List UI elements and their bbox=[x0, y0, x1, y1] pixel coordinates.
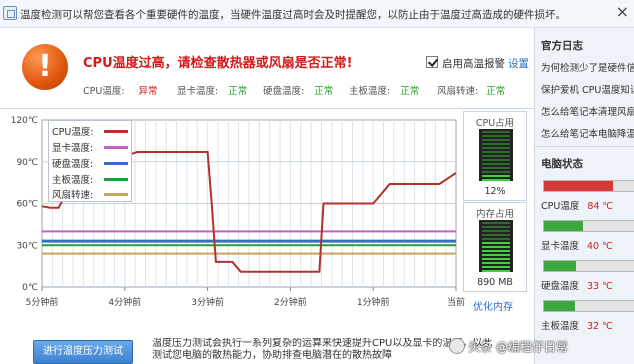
legend-board-label: 主板温度: bbox=[52, 175, 94, 186]
bar-fill bbox=[544, 261, 577, 271]
meter-segment bbox=[482, 262, 510, 264]
news-item[interactable]: 保护爱机 CPU温度知识 bbox=[541, 82, 634, 96]
bar-fill bbox=[544, 301, 576, 311]
stress-test-button[interactable]: 进行温度压力测试 bbox=[33, 340, 133, 364]
high-temp-alarm-label[interactable]: 启用高温报警 bbox=[442, 56, 505, 71]
cpu-usage-title: CPU占用 bbox=[475, 118, 515, 129]
x-tick-label: 1分钟前 bbox=[357, 296, 390, 308]
meter-segment bbox=[482, 147, 510, 149]
status-title: 电脑状态 bbox=[541, 158, 583, 170]
cpu-temp-stat: CPU温度 84 ℃ bbox=[541, 201, 614, 212]
bar-fill bbox=[544, 221, 584, 231]
alert-title: CPU温度过高，请检查散热器或风扇是否正常! bbox=[83, 56, 353, 71]
legend-gpu-label: 显卡温度: bbox=[52, 143, 94, 154]
legend-board-swatch bbox=[104, 178, 128, 181]
cpu-temp-bar bbox=[543, 180, 634, 192]
info-bar: 温度检测可以帮您查看各个重要硬件的温度，当硬件温度过高时会及时提醒您，以防止由于… bbox=[0, 0, 634, 28]
info-icon bbox=[3, 6, 17, 20]
meter-segment bbox=[482, 238, 510, 240]
memory-usage-meter: 内存占用 890 MB bbox=[463, 202, 527, 292]
meter-segment bbox=[482, 222, 510, 224]
meter-segment bbox=[482, 163, 510, 165]
news-title: 官方日志 bbox=[541, 40, 583, 52]
meter-segment bbox=[482, 266, 510, 268]
sidebar-divider bbox=[535, 146, 634, 147]
disk-temp-bar bbox=[543, 260, 634, 272]
meter-segment bbox=[482, 246, 510, 248]
news-item[interactable]: 怎么给笔记本清理风扇 bbox=[541, 104, 634, 118]
meter-segment bbox=[482, 155, 510, 157]
board-temp-stat: 主板温度 32 ℃ bbox=[541, 321, 613, 332]
board-temp-bar bbox=[543, 300, 634, 312]
chart-legend: CPU温度: 显卡温度: 硬盘温度: 主板温度: 风扇转速: bbox=[48, 120, 132, 202]
memory-usage-title: 内存占用 bbox=[475, 209, 514, 220]
watermark-logo-icon bbox=[449, 338, 465, 354]
meter-segment bbox=[482, 230, 510, 232]
meter-segment bbox=[482, 250, 510, 252]
temperature-monitor-window: 温度检测可以帮您查看各个重要硬件的温度，当硬件温度过高时会及时提醒您，以防止由于… bbox=[0, 0, 634, 364]
meter-segment bbox=[482, 234, 510, 236]
legend-disk-label: 硬盘温度: bbox=[52, 159, 94, 170]
y-tick-label: 90℃ bbox=[16, 158, 38, 168]
x-tick-label: 2分钟前 bbox=[274, 296, 307, 308]
meter-segment bbox=[482, 139, 510, 141]
cpu-usage-value: 12% bbox=[484, 186, 506, 197]
gpu-temp-stat: 显卡温度 40 ℃ bbox=[541, 241, 613, 252]
sidebar: 官方日志 为何检测少了是硬件信 保护爱机 CPU温度知识 怎么给笔记本清理风扇 … bbox=[534, 28, 634, 364]
memory-usage-value: 890 MB bbox=[477, 277, 513, 288]
legend-fan-label: 风扇转速: bbox=[52, 190, 94, 201]
legend-cpu-label: CPU温度: bbox=[52, 127, 94, 138]
meter-segment bbox=[482, 171, 510, 173]
meter-segment bbox=[482, 254, 510, 256]
meter-segment bbox=[482, 167, 510, 169]
y-tick-label: 120℃ bbox=[11, 116, 38, 126]
high-temp-alarm-checkbox[interactable] bbox=[426, 56, 438, 68]
x-tick-label: 4分钟前 bbox=[108, 296, 141, 308]
legend-cpu-swatch bbox=[104, 130, 128, 133]
meter-segment bbox=[482, 159, 510, 161]
meter-segment bbox=[482, 151, 510, 153]
optimize-memory-link[interactable]: 优化内存 bbox=[473, 298, 513, 313]
meter-segment bbox=[482, 175, 510, 177]
legend-disk-swatch bbox=[104, 162, 128, 165]
gpu-temp-bar bbox=[543, 220, 634, 232]
memory-usage-gauge bbox=[479, 220, 513, 272]
news-item[interactable]: 怎么给笔记本电脑降温 bbox=[541, 126, 634, 140]
legend-gpu-swatch bbox=[104, 146, 128, 149]
meter-segment bbox=[482, 135, 510, 137]
meter-segment bbox=[482, 131, 510, 133]
close-icon[interactable]: × bbox=[616, 3, 629, 21]
info-text: 温度检测可以帮您查看各个重要硬件的温度，当硬件温度过高时会及时提醒您，以防止由于… bbox=[20, 9, 566, 21]
y-tick-label: 0℃ bbox=[22, 283, 38, 293]
meter-segment bbox=[482, 242, 510, 244]
watermark: 头条 @编程仔日常 bbox=[468, 340, 568, 354]
bar-fill bbox=[544, 181, 613, 191]
disk-temp-stat: 硬盘温度 33 ℃ bbox=[541, 281, 613, 292]
news-item[interactable]: 为何检测少了是硬件信 bbox=[541, 60, 634, 74]
legend-fan-swatch bbox=[104, 193, 128, 196]
x-tick-label: 当前 bbox=[447, 296, 465, 308]
cpu-usage-gauge bbox=[479, 129, 513, 181]
meter-segment bbox=[482, 226, 510, 228]
meter-segment bbox=[482, 179, 510, 181]
y-tick-label: 60℃ bbox=[16, 200, 38, 210]
settings-link[interactable]: 设置 bbox=[508, 56, 529, 71]
x-tick-label: 5分钟前 bbox=[26, 296, 59, 308]
cpu-usage-meter: CPU占用 12% bbox=[463, 111, 527, 201]
meter-segment bbox=[482, 258, 510, 260]
meter-segment bbox=[482, 270, 510, 272]
x-tick-label: 3分钟前 bbox=[191, 296, 224, 308]
y-tick-label: 30℃ bbox=[16, 241, 38, 251]
meter-segment bbox=[482, 143, 510, 145]
